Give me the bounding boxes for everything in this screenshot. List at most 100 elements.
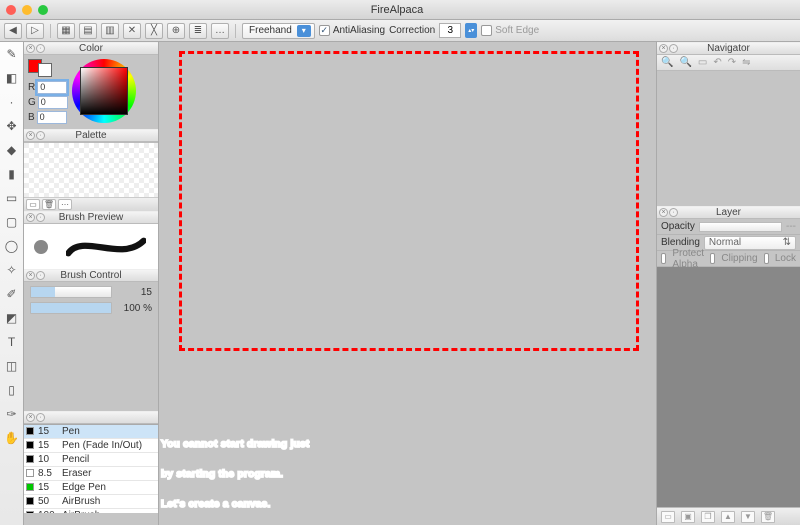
- tool-dotpen-icon[interactable]: ·: [2, 92, 22, 112]
- brush-size-slider[interactable]: [30, 286, 112, 298]
- toolbar-speaker-icon[interactable]: ◀: [4, 23, 22, 39]
- brush-color-chip: [26, 427, 34, 435]
- g-input[interactable]: 0: [38, 96, 68, 109]
- brush-size: 100: [38, 510, 58, 514]
- brush-list-item[interactable]: 15Edge Pen: [24, 481, 158, 495]
- tool-move-icon[interactable]: ✥: [2, 116, 22, 136]
- tool-text-icon[interactable]: T: [2, 332, 22, 352]
- softedge-checkbox[interactable]: Soft Edge: [481, 25, 539, 36]
- nav-fit-icon[interactable]: ▭: [698, 57, 707, 68]
- tool-brush-icon[interactable]: ✎: [2, 44, 22, 64]
- panel-menu-icon[interactable]: ·: [36, 271, 45, 280]
- panel-close-icon[interactable]: ×: [659, 44, 668, 53]
- toolbar-play-icon[interactable]: ▷: [26, 23, 44, 39]
- lock-label: Lock: [775, 253, 796, 264]
- palette-body[interactable]: [24, 142, 158, 197]
- brush-name: Pen (Fade In/Out): [62, 440, 142, 451]
- brush-size: 15: [38, 426, 58, 437]
- brush-list-item[interactable]: 100AirBrush: [24, 509, 158, 514]
- layer-opacity-slider[interactable]: [699, 222, 782, 232]
- tool-bucket-icon[interactable]: ▮: [2, 164, 22, 184]
- layer-list-area[interactable]: [657, 267, 800, 507]
- brush-list-item[interactable]: 15Pen: [24, 425, 158, 439]
- brush-list-item[interactable]: 8.5Eraser: [24, 467, 158, 481]
- draw-mode-select[interactable]: Freehand: [242, 23, 315, 39]
- panel-close-icon[interactable]: ×: [26, 213, 35, 222]
- canvas-area[interactable]: You cannot start drawing just by startin…: [159, 42, 656, 525]
- nav-zoomin-icon[interactable]: 🔍: [661, 57, 673, 68]
- nav-flip-icon[interactable]: ⇋: [742, 57, 750, 68]
- brush-list-item[interactable]: 10Pencil: [24, 453, 158, 467]
- brush-list-item[interactable]: 15 Pen (Fade In/Out): [24, 439, 158, 453]
- palette-add-icon[interactable]: ▭: [26, 199, 40, 210]
- toolbar-grid2-icon[interactable]: ▥: [101, 23, 119, 39]
- panel-close-icon[interactable]: ×: [659, 208, 668, 217]
- brush-list-item[interactable]: 50AirBrush: [24, 495, 158, 509]
- zoom-window-button[interactable]: [38, 5, 48, 15]
- layer-folder-icon[interactable]: ▣: [681, 511, 695, 523]
- tool-eraser-icon[interactable]: ◧: [2, 68, 22, 88]
- checkbox-icon[interactable]: [710, 253, 715, 264]
- brush-size: 15: [38, 440, 58, 451]
- checkbox-icon[interactable]: [661, 253, 666, 264]
- b-input[interactable]: 0: [37, 111, 67, 124]
- tool-fill-icon[interactable]: ◆: [2, 140, 22, 160]
- tool-magic-icon[interactable]: ✧: [2, 260, 22, 280]
- left-column: ×· Color R0 G0 B0 ×·: [24, 42, 159, 525]
- minimize-window-button[interactable]: [22, 5, 32, 15]
- layer-new-icon[interactable]: ▭: [661, 511, 675, 523]
- panel-close-icon[interactable]: ×: [26, 413, 35, 422]
- panel-close-icon[interactable]: ×: [26, 131, 35, 140]
- toolbar-snap3-icon[interactable]: ⊕: [167, 23, 185, 39]
- nav-zoomout-icon[interactable]: 🔍: [679, 57, 691, 68]
- panel-menu-icon[interactable]: ·: [669, 44, 678, 53]
- toolbar-grid-icon[interactable]: ▤: [79, 23, 97, 39]
- panel-menu-icon[interactable]: ·: [36, 131, 45, 140]
- toolbar-snap5-icon[interactable]: …: [211, 23, 229, 39]
- brush-control-title: Brush Control: [60, 270, 121, 281]
- panel-menu-icon[interactable]: ·: [669, 208, 678, 217]
- panel-menu-icon[interactable]: ·: [36, 44, 45, 53]
- navigator-body[interactable]: [657, 71, 800, 206]
- toolbar-snap4-icon[interactable]: ≣: [189, 23, 207, 39]
- panel-close-icon[interactable]: ×: [26, 44, 35, 53]
- background-swatch[interactable]: [38, 63, 52, 77]
- tool-object-icon[interactable]: ◫: [2, 356, 22, 376]
- toolbar-transform-icon[interactable]: ▦: [57, 23, 75, 39]
- panel-close-icon[interactable]: ×: [26, 271, 35, 280]
- color-wheel[interactable]: [72, 59, 136, 123]
- color-square[interactable]: [80, 67, 128, 115]
- layer-dup-icon[interactable]: ❐: [701, 511, 715, 523]
- correction-input[interactable]: 3: [439, 23, 461, 38]
- tool-lasso-icon[interactable]: ◯: [2, 236, 22, 256]
- layer-up-icon[interactable]: ▲: [721, 511, 735, 523]
- layer-down-icon[interactable]: ▼: [741, 511, 755, 523]
- nav-rotright-icon[interactable]: ↷: [728, 57, 736, 68]
- close-window-button[interactable]: [6, 5, 16, 15]
- tool-seleraser-icon[interactable]: ◩: [2, 308, 22, 328]
- antialias-checkbox[interactable]: ✓ AntiAliasing: [319, 25, 385, 36]
- navigator-header: ×· Navigator: [657, 42, 800, 55]
- panel-menu-icon[interactable]: ·: [36, 413, 45, 422]
- tool-hand-icon[interactable]: ✋: [2, 428, 22, 448]
- layer-blending-select[interactable]: Normal⇅: [704, 236, 796, 250]
- tool-selpen-icon[interactable]: ✐: [2, 284, 22, 304]
- toolbar-snap1-icon[interactable]: ✕: [123, 23, 141, 39]
- tool-select-icon[interactable]: ▢: [2, 212, 22, 232]
- correction-stepper[interactable]: ▴▾: [465, 23, 477, 38]
- tool-divide-icon[interactable]: ▯: [2, 380, 22, 400]
- panel-menu-icon[interactable]: ·: [36, 213, 45, 222]
- brush-preview-body: [24, 224, 158, 269]
- layer-del-icon[interactable]: 🗑: [761, 511, 775, 523]
- brush-opacity-slider[interactable]: [30, 302, 112, 314]
- navigator-title: Navigator: [707, 43, 750, 54]
- layer-opacity-label: Opacity: [661, 221, 695, 232]
- tool-eyedrop-icon[interactable]: ✑: [2, 404, 22, 424]
- r-input[interactable]: 0: [37, 81, 67, 94]
- tool-gradient-icon[interactable]: ▭: [2, 188, 22, 208]
- nav-rotleft-icon[interactable]: ↶: [713, 57, 721, 68]
- checkbox-icon[interactable]: [764, 253, 769, 264]
- palette-del-icon[interactable]: 🗑: [42, 199, 56, 210]
- palette-opt-icon[interactable]: ⋯: [58, 199, 72, 210]
- toolbar-snap2-icon[interactable]: ╳: [145, 23, 163, 39]
